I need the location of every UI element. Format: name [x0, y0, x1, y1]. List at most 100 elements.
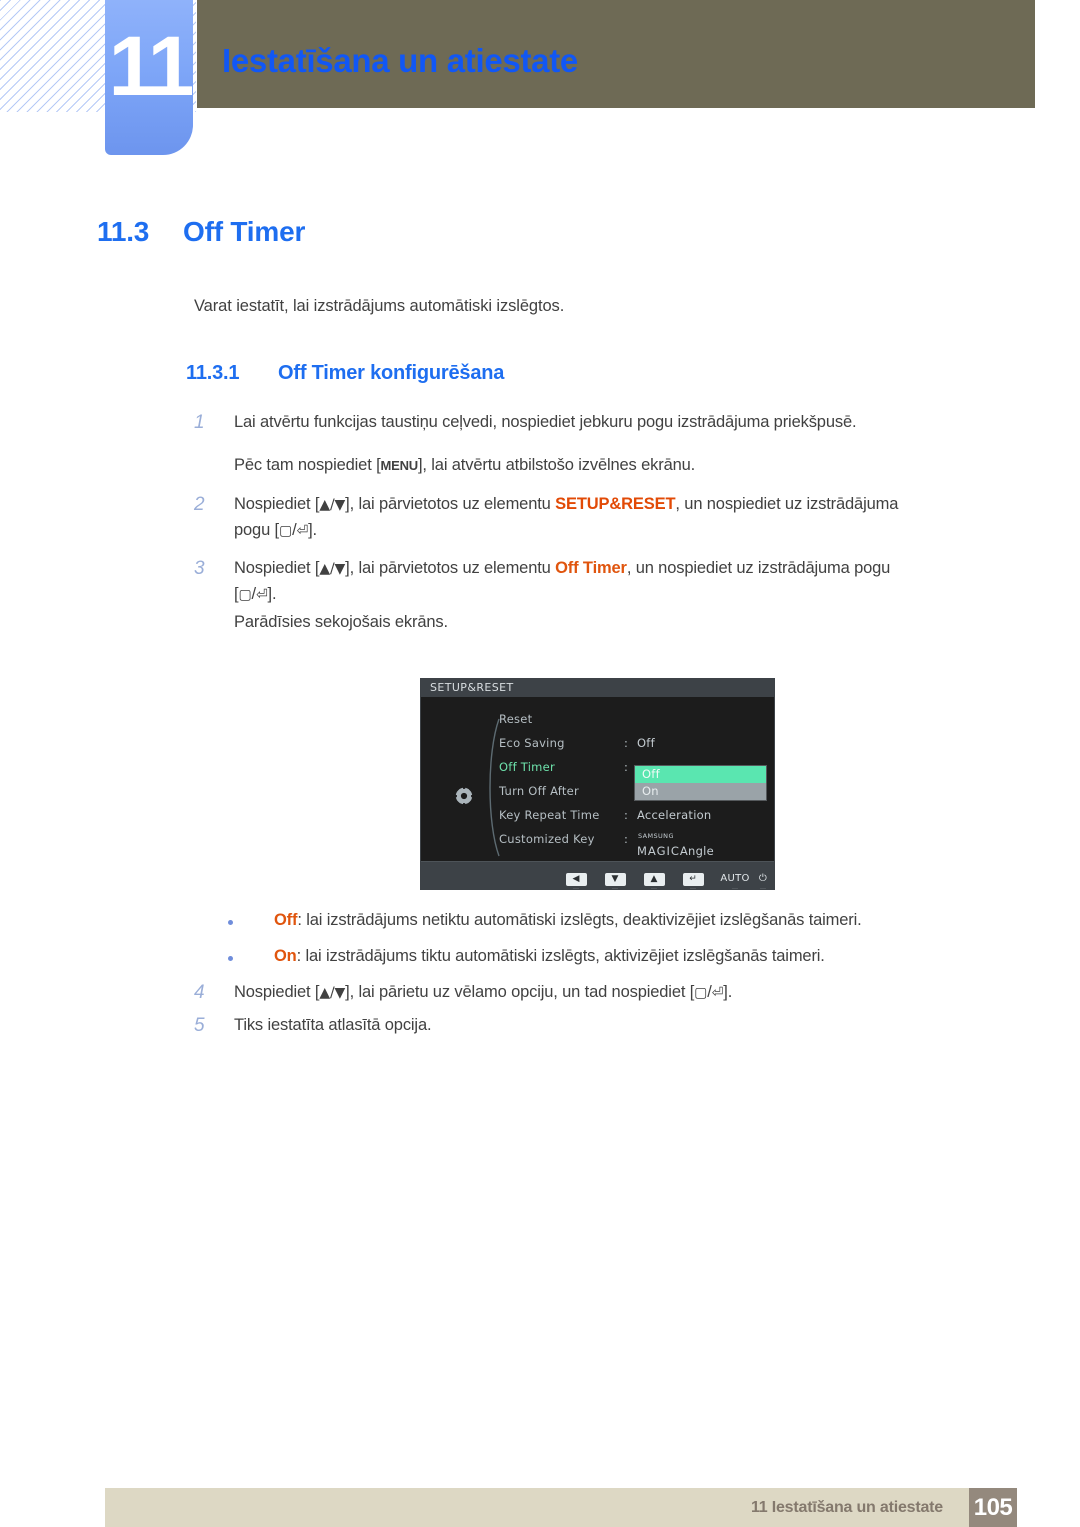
samsung-brand-label: SAMSUNG [638, 832, 674, 840]
step-5: 5 Tiks iestatīta atlasītā opcija. [194, 1013, 1024, 1038]
osd-dropdown-off-timer[interactable]: Off On [634, 765, 767, 801]
step3-part2: ], lai pārvietotos uz elementu [345, 559, 556, 577]
left-arrow-button[interactable]: ◀ ▼ [561, 866, 591, 890]
page-footer-bar: 11 Iestatīšana un atiestate [105, 1488, 1003, 1527]
subsection-number: 11.3.1 [186, 362, 240, 384]
gear-icon [453, 785, 475, 807]
bullet-dot-icon [228, 920, 233, 925]
enter-icon: ⏎ [711, 985, 724, 1001]
step-number: 5 [194, 1015, 205, 1036]
osd-footer-bar: ◀ ▼ ▼ ▼ ▲ ▼ ↵ ▼ AUTO ▼ ⏻ ▼ [421, 861, 774, 889]
menu-note-part1: Pēc tam nospiediet [ [234, 456, 381, 474]
subsection-title: Off Timer konfigurēšana [278, 362, 505, 384]
osd-colon: : [624, 736, 628, 750]
step2-part5: ]. [308, 521, 317, 539]
screen-appears-note: Parādīsies sekojošais ekrāns. [234, 613, 448, 631]
enter-icon: ⏎ [296, 523, 309, 539]
menu-note-part2: ], lai atvērtu atbilstošo izvēlnes ekrān… [417, 456, 696, 474]
step2-highlight: SETUP&RESET [555, 495, 676, 513]
osd-title: SETUP&RESET [430, 681, 514, 694]
auto-label: AUTO [720, 873, 750, 884]
chapter-number: 11 [108, 19, 195, 113]
updown-arrow-icon: ▲/▼ [319, 561, 346, 577]
step4-part2: ], lai pārietu uz vēlamo opciju, un tad … [345, 983, 695, 1001]
subsection-heading: 11.3.1 Off Timer konfigurēšana [186, 362, 504, 385]
bullet-off: Off: lai izstrādājums netiktu automātisk… [228, 911, 862, 930]
step-3: 3 Nospiediet [▲/▼], lai pārvietotos uz e… [194, 556, 1024, 581]
source-icon: ▢ [694, 985, 708, 1001]
osd-body: Reset Eco Saving : Off Off Timer : Turn … [421, 697, 774, 862]
page-number: 105 [969, 1488, 1017, 1527]
step4-part3: ]. [723, 983, 733, 1001]
step2-part2: ], lai pārvietotos uz elementu [345, 495, 556, 513]
updown-arrow-icon: ▲/▼ [319, 985, 346, 1001]
source-icon: ▢ [238, 587, 252, 603]
bullet-on: On: lai izstrādājums tiktu automātiski i… [228, 947, 825, 966]
button-tick-icon: ▼ [678, 888, 708, 890]
osd-colon: : [624, 808, 628, 822]
step-text: Nospiediet [▲/▼], lai pārvietotos uz ele… [234, 492, 1024, 517]
section-intro-text: Varat iestatīt, lai izstrādājums automāt… [194, 297, 565, 315]
osd-value-key-repeat-time: Acceleration [637, 808, 712, 822]
step-number: 4 [194, 982, 205, 1003]
step2-part4: pogu [ [234, 521, 279, 539]
step2-part3: , un nospiediet uz izstrādājuma [675, 495, 899, 513]
osd-option-on[interactable]: On [635, 783, 766, 800]
left-arrow-icon: ◀ [565, 873, 587, 886]
step-text: Nospiediet [▲/▼], lai pārvietotos uz ele… [234, 556, 1024, 581]
power-button[interactable]: ⏻ ▼ [748, 866, 774, 890]
step3-part1: Nospiediet [ [234, 559, 320, 577]
osd-item-key-repeat-time[interactable]: Key Repeat Time [499, 808, 600, 822]
power-icon: ⏻ [758, 873, 768, 884]
button-tick-icon: ▼ [639, 888, 669, 890]
step3-part3: , un nospiediet uz izstrādājuma pogu [626, 559, 891, 577]
enter-icon: ↵ [682, 873, 704, 886]
up-arrow-button[interactable]: ▲ ▼ [639, 866, 669, 890]
osd-item-turn-off-after[interactable]: Turn Off After [499, 784, 579, 798]
osd-value-eco-saving: Off [637, 736, 655, 750]
step2-part1: Nospiediet [ [234, 495, 320, 513]
step4-part1: Nospiediet [ [234, 983, 320, 1001]
down-arrow-icon: ▼ [604, 873, 626, 886]
osd-item-customized-key[interactable]: Customized Key [499, 832, 595, 846]
osd-menu-screenshot: SETUP&RESET Reset Eco Saving: Off Off T… [420, 678, 775, 890]
step3-part5: ]. [267, 585, 277, 603]
down-arrow-button[interactable]: ▼ ▼ [600, 866, 630, 889]
bullet-dot-icon [228, 956, 233, 961]
osd-colon: : [624, 832, 628, 846]
step-text: Nospiediet [▲/▼], lai pārietu uz vēlamo … [234, 983, 733, 1001]
chapter-title: Iestatīšana un atiestate [222, 42, 578, 79]
step-text: Lai atvērtu funkcijas taustiņu ceļvedi, … [234, 413, 857, 431]
source-icon: ▢ [278, 523, 293, 539]
osd-option-off[interactable]: Off [635, 766, 766, 783]
menu-note: Pēc tam nospiediet [MENU], lai atvērtu a… [234, 453, 1034, 478]
magic-label: MAGIC [637, 844, 680, 858]
step-number: 2 [194, 494, 205, 515]
bullet-on-label: On [274, 947, 297, 965]
footer-chapter-label: 11 Iestatīšana un atiestate [750, 1499, 943, 1516]
chapter-header: 11 Iestatīšana un atiestate [0, 0, 1080, 160]
magic-angle-label: Angle [679, 844, 714, 858]
bullet-off-text: : lai izstrādājums netiktu automātiski i… [297, 911, 862, 929]
button-tick-icon: ▼ [748, 888, 774, 890]
osd-item-off-timer[interactable]: Off Timer [499, 760, 555, 774]
osd-item-eco-saving[interactable]: Eco Saving [499, 736, 565, 750]
section-title: Off Timer [183, 216, 306, 247]
menu-key-label: MENU [380, 458, 419, 473]
step3-highlight: Off Timer [555, 559, 627, 577]
updown-arrow-icon: ▲/▼ [319, 497, 346, 513]
osd-item-reset[interactable]: Reset [499, 712, 532, 726]
section-number: 11.3 [97, 216, 150, 247]
step-number: 1 [194, 412, 205, 433]
step-text: Tiks iestatīta atlasītā opcija. [234, 1016, 432, 1034]
section-heading: 11.3 Off Timer [97, 216, 305, 248]
step-1: 1 Lai atvērtu funkcijas taustiņu ceļvedi… [194, 410, 1014, 435]
bullet-on-text: : lai izstrādājums tiktu automātiski izs… [296, 947, 825, 965]
osd-colon: : [624, 760, 628, 774]
enter-button[interactable]: ↵ ▼ [678, 866, 708, 890]
step-2: 2 Nospiediet [▲/▼], lai pārvietotos uz e… [194, 492, 1024, 517]
button-tick-icon: ▼ [561, 888, 591, 890]
step-number: 3 [194, 558, 205, 579]
osd-value-customized-key: SAMSUNG MAGICAngle [637, 833, 714, 859]
step-4: 4 Nospiediet [▲/▼], lai pārietu uz vēlam… [194, 980, 1024, 1005]
